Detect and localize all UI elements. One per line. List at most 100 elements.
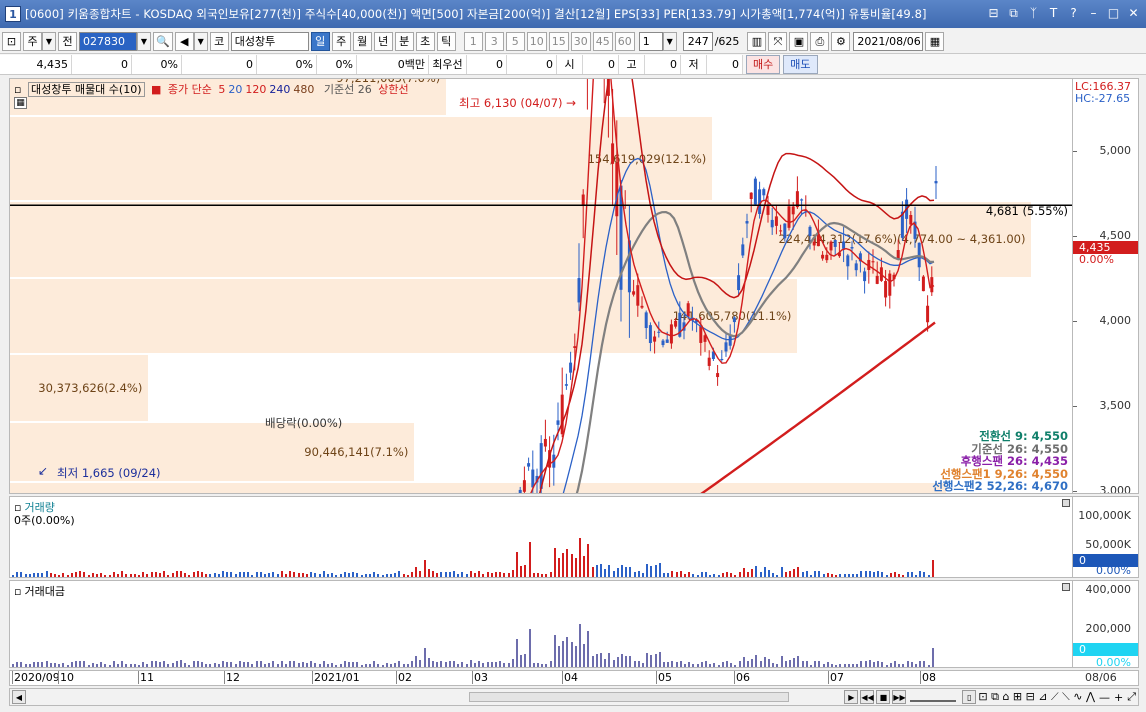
speaker-icon[interactable]: ◀ xyxy=(174,31,194,51)
volume-bar xyxy=(574,558,577,577)
tab-period-6[interactable]: 틱 xyxy=(436,31,456,51)
amount-bar xyxy=(608,653,611,667)
pin-icon[interactable]: ᛉ xyxy=(1025,5,1042,22)
volume-bar xyxy=(453,571,455,577)
drawing-tools-icon[interactable]: ⊡ ⧉ ⌂ ⊞ ⊟ ⊿ ⟋ ⟍ ∿ ⋀ xyxy=(978,690,1095,704)
volume-bar xyxy=(314,573,317,577)
tab-period-5[interactable]: 초 xyxy=(415,31,435,51)
chevron-down-icon[interactable]: ▼ xyxy=(42,31,56,51)
prev-button[interactable]: 전 xyxy=(58,31,77,51)
sell-button[interactable]: 매도 xyxy=(783,54,818,74)
volume-pane[interactable]: ▫ 거래량 0주(0.00%) xyxy=(9,496,1073,578)
minute-preset-5[interactable]: 30 xyxy=(570,31,591,51)
volume-bar xyxy=(41,572,44,577)
amount-bar xyxy=(238,661,241,667)
volume-bar xyxy=(612,570,615,577)
minute-preset-1[interactable]: 3 xyxy=(484,31,504,51)
grid-toggle-icon[interactable]: ▦ xyxy=(14,97,27,109)
candle-type-icon[interactable]: ▥ xyxy=(747,31,767,51)
quote-open: 0 xyxy=(583,54,619,74)
crosshair-icon[interactable]: ⤧ xyxy=(768,31,788,51)
volume-bar xyxy=(37,572,40,577)
amount-bar xyxy=(24,663,27,667)
zoom-in-icon[interactable]: + xyxy=(1114,691,1123,704)
chevron-down-icon[interactable]: ▼ xyxy=(662,31,677,51)
amount-tag: 0 xyxy=(1073,643,1138,656)
layout-icon[interactable]: ⊡ xyxy=(2,31,21,51)
volume-bar xyxy=(822,574,825,577)
scroll-left-icon[interactable]: ◀ xyxy=(12,690,26,704)
chart-type-icon[interactable]: ▯ xyxy=(962,690,977,704)
scroll-right-icon[interactable]: ▶ xyxy=(844,690,859,704)
stock-code-input[interactable]: 027830 xyxy=(79,31,137,51)
minute-preset-2[interactable]: 5 xyxy=(505,31,525,51)
volume-bar xyxy=(238,571,241,577)
volume-axis[interactable]: 100,000K 50,000K 0.00% 0 xyxy=(1073,496,1139,578)
volume-bar xyxy=(138,574,140,577)
date-input[interactable]: 2021/08/06 xyxy=(853,31,924,51)
amount-bar xyxy=(79,660,82,667)
window-title: [0600] 키움종합차트 - KOSDAQ 외국인보유[277(천)] 주식수… xyxy=(25,7,927,21)
calendar-icon[interactable]: ▦ xyxy=(925,31,945,51)
volume-bar xyxy=(209,574,212,577)
minute-preset-4[interactable]: 15 xyxy=(548,31,569,51)
zoom-slider[interactable] xyxy=(910,692,957,702)
minute-preset-6[interactable]: 45 xyxy=(592,31,613,51)
help-icon[interactable]: ? xyxy=(1065,5,1082,22)
buy-button[interactable]: 매수 xyxy=(746,54,781,74)
chevron-down-icon[interactable]: ▼ xyxy=(137,31,151,51)
legend-ma-label: 종가 단순 xyxy=(167,83,212,96)
price-axis[interactable]: LC:166.37 HC:-27.65 6,0005,5005,0004,500… xyxy=(1073,78,1139,494)
save-icon[interactable]: ▣ xyxy=(789,31,809,51)
amount-pane[interactable]: ▫ 거래대금 xyxy=(9,580,1073,668)
stop-icon[interactable]: ■ xyxy=(876,690,891,704)
legend-title[interactable]: 대성창투 매물대 수(10) xyxy=(27,82,145,97)
amount-bar xyxy=(293,661,296,667)
amount-axis[interactable]: 400,000 200,000 0.00% 0 xyxy=(1073,580,1139,668)
price-chart-pane[interactable]: 97,211,065(7.6%)154,619,029(12.1%)224,41… xyxy=(9,78,1073,494)
rewind-icon[interactable]: ◀◀ xyxy=(860,690,875,704)
tab-period-4[interactable]: 분 xyxy=(394,31,414,51)
tab-period-3[interactable]: 년 xyxy=(373,31,393,51)
legend-limit: 상한선 xyxy=(378,83,409,96)
tab-period-2[interactable]: 월 xyxy=(352,31,372,51)
page-count-input[interactable]: 247 xyxy=(682,31,713,51)
minute-preset-7[interactable]: 60 xyxy=(614,31,635,51)
maximize-icon[interactable]: □ xyxy=(1105,5,1122,22)
gear-icon[interactable]: ⚙ xyxy=(831,31,851,51)
amount-bar xyxy=(83,661,86,667)
fast-forward-icon[interactable]: ▶▶ xyxy=(892,690,907,704)
amount-bar xyxy=(751,658,754,667)
text-icon[interactable]: T xyxy=(1045,5,1062,22)
pane-close-icon[interactable] xyxy=(1062,583,1070,591)
candle-body xyxy=(661,340,665,346)
stock-name-field[interactable]: 대성창투 xyxy=(230,31,309,51)
count-input[interactable]: 1 xyxy=(638,31,663,51)
market-kind-label[interactable]: 코 xyxy=(209,31,229,51)
date-label: 10 xyxy=(58,671,74,684)
period-select[interactable]: 주 xyxy=(23,31,42,51)
scroll-bar[interactable]: ◀ ▶ ◀◀ ■ ▶▶ ▯ ⊡ ⧉ ⌂ ⊞ ⊟ ⊿ ⟋ ⟍ ∿ ⋀ — + ⤢ xyxy=(9,688,1139,706)
tab-period-1[interactable]: 주 xyxy=(331,31,351,51)
volume-bar xyxy=(608,564,611,577)
pane-close-icon[interactable] xyxy=(1062,499,1070,507)
restore-layout-icon[interactable]: ⊟ xyxy=(985,5,1002,22)
minimize-icon[interactable]: – xyxy=(1085,5,1102,22)
copy-icon[interactable]: ⧉ xyxy=(1005,5,1022,22)
tab-period-0[interactable]: 일 xyxy=(310,31,330,51)
scroll-thumb[interactable] xyxy=(469,692,789,702)
amount-bar xyxy=(679,660,682,667)
minute-preset-0[interactable]: 1 xyxy=(463,31,483,51)
expand-icon[interactable]: ⤢ xyxy=(1127,690,1136,704)
print-icon[interactable]: ⎙ xyxy=(810,31,830,51)
volume-bar xyxy=(184,573,187,577)
candle-body xyxy=(871,261,875,263)
close-icon[interactable]: ✕ xyxy=(1125,5,1142,22)
amount-bar xyxy=(104,664,107,667)
scroll-track[interactable] xyxy=(29,691,839,703)
chevron-down-icon[interactable]: ▼ xyxy=(193,31,208,51)
minute-preset-3[interactable]: 10 xyxy=(526,31,547,51)
search-icon[interactable]: 🔍 xyxy=(153,31,173,51)
candle-body xyxy=(644,312,648,329)
zoom-out-icon[interactable]: — xyxy=(1099,691,1110,704)
